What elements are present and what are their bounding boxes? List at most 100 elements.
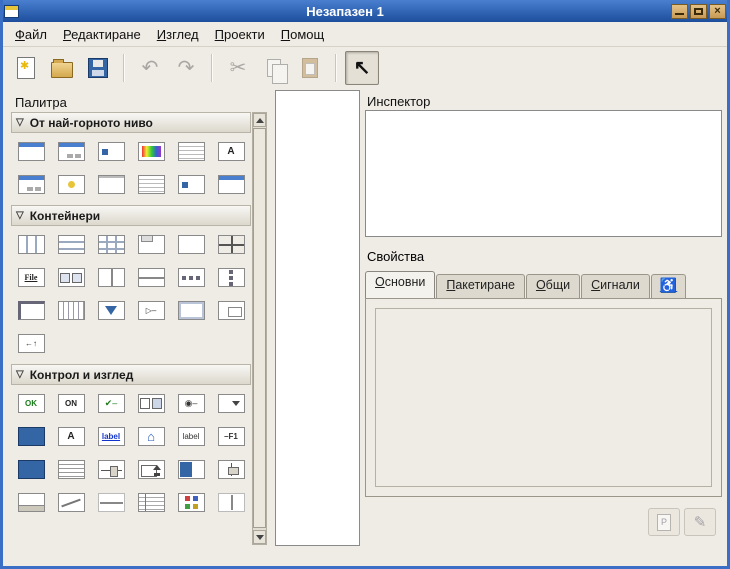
palette-section-containers[interactable]: ▽ Контейнери	[11, 205, 251, 226]
title-bar[interactable]: Незапазен 1 ×	[0, 0, 730, 22]
scroll-up-button[interactable]	[253, 113, 266, 127]
selector-button[interactable]: ↖	[345, 51, 379, 85]
tab-common[interactable]: Общи	[526, 274, 580, 298]
palette-item-image[interactable]: ⌂	[131, 420, 171, 453]
open-button[interactable]	[45, 51, 79, 85]
new-button[interactable]	[9, 51, 43, 85]
palette-item-menubar[interactable]: File	[11, 261, 51, 294]
palette-item-layout[interactable]	[51, 294, 91, 327]
redo-button[interactable]: ↷	[169, 51, 203, 85]
progress-bar-icon	[178, 460, 205, 479]
palette-item-frame[interactable]	[171, 228, 211, 261]
save-button[interactable]	[81, 51, 115, 85]
tab-signals[interactable]: Сигнали	[581, 274, 650, 298]
palette-item-button[interactable]: OK	[11, 387, 51, 420]
status-bar	[3, 548, 727, 566]
palette-item-alignment[interactable]: ←↑	[11, 327, 51, 360]
menu-view[interactable]: Изглед	[149, 24, 207, 45]
palette-item-vseparator[interactable]	[211, 486, 251, 519]
menu-help[interactable]: Помощ	[273, 24, 332, 45]
palette-item-hscale[interactable]	[91, 453, 131, 486]
palette-item-recent-dialog[interactable]	[131, 168, 171, 201]
palette-item-message-dialog[interactable]	[91, 135, 131, 168]
copy-button[interactable]	[257, 51, 291, 85]
palette-item-expander[interactable]: ▷–	[131, 294, 171, 327]
palette-scrollbar[interactable]	[252, 112, 267, 545]
palette-item-entry[interactable]	[11, 420, 51, 453]
palette-section-controls[interactable]: ▽ Контрол и изглед	[11, 364, 251, 385]
scrollbar-thumb[interactable]	[253, 128, 266, 528]
palette-item-icon-view[interactable]	[171, 486, 211, 519]
accelerator-icon: –F1	[218, 427, 245, 446]
tab-packing[interactable]: Пакетиране	[436, 274, 525, 298]
undo-button[interactable]: ↶	[133, 51, 167, 85]
font-dialog-icon: A	[218, 142, 245, 161]
inspector-view[interactable]	[365, 110, 722, 237]
palette-item-input-dialog[interactable]	[11, 168, 51, 201]
palette-item-color-dialog[interactable]	[131, 135, 171, 168]
palette-item-hpaned[interactable]	[91, 261, 131, 294]
palette-item-hbuttonbox[interactable]	[171, 261, 211, 294]
expander-widget-icon: ▷–	[138, 301, 165, 320]
palette-item-accelerator[interactable]: –F1	[211, 420, 251, 453]
palette-item-radio-button[interactable]: ◉–	[171, 387, 211, 420]
palette-item-option-menu[interactable]	[211, 387, 251, 420]
palette-item-check-button[interactable]: ✔–	[91, 387, 131, 420]
palette-item-window[interactable]	[11, 135, 51, 168]
menu-file[interactable]: Файл	[7, 24, 55, 45]
scroll-down-button[interactable]	[253, 530, 266, 544]
palette-item-toolbar[interactable]	[51, 261, 91, 294]
palette-item-toggle-button[interactable]: ON	[51, 387, 91, 420]
design-canvas[interactable]	[275, 90, 360, 546]
palette-item-scrolled-window[interactable]	[211, 228, 251, 261]
palette-item-drawing-area[interactable]	[51, 486, 91, 519]
palette-item-aspect-frame[interactable]	[211, 294, 251, 327]
palette-item-link-button[interactable]: label	[91, 420, 131, 453]
palette-item-file-dialog[interactable]	[171, 135, 211, 168]
copy-icon	[267, 59, 281, 77]
tab-accessibility[interactable]: ♿	[651, 274, 686, 298]
toolbar-widget-icon	[58, 268, 85, 287]
close-button[interactable]: ×	[709, 4, 726, 19]
palette-item-vbox[interactable]	[51, 228, 91, 261]
palette-item-hseparator[interactable]	[91, 486, 131, 519]
palette-item-accel-label[interactable]: A	[51, 420, 91, 453]
palette-item-tree-view[interactable]	[131, 486, 171, 519]
palette-item-notebook[interactable]	[131, 228, 171, 261]
tab-general[interactable]: Основни	[365, 271, 435, 298]
text-view-icon	[58, 460, 85, 479]
menu-projects[interactable]: Проекти	[207, 24, 273, 45]
maximize-button[interactable]	[690, 4, 707, 19]
cut-button[interactable]: ✂	[221, 51, 255, 85]
palette-item-vbuttonbox[interactable]	[211, 261, 251, 294]
palette-item-chooser-dialog[interactable]	[171, 168, 211, 201]
toolbar-separator	[123, 54, 125, 82]
palette-item-about-dialog[interactable]	[51, 168, 91, 201]
palette-item-progress-bar[interactable]	[171, 453, 211, 486]
palette-item-handle-box[interactable]	[11, 294, 51, 327]
palette-item-statusbar[interactable]	[11, 486, 51, 519]
palette-item-combo-box[interactable]	[131, 387, 171, 420]
palette-item-event-box[interactable]	[91, 294, 131, 327]
palette-item-text-view[interactable]	[51, 453, 91, 486]
doc-info-button[interactable]: P	[648, 508, 680, 536]
properties-buttons: P ✎	[648, 508, 716, 536]
palette-section-toplevel[interactable]: ▽ От най-горното ниво	[11, 112, 251, 133]
palette-item-utility-window[interactable]	[211, 168, 251, 201]
palette-item-assistant[interactable]	[91, 168, 131, 201]
palette-item-font-dialog[interactable]: A	[211, 135, 251, 168]
image-icon: ⌂	[138, 427, 165, 446]
paste-button[interactable]	[293, 51, 327, 85]
palette-item-spin-button[interactable]	[131, 453, 171, 486]
edit-button[interactable]: ✎	[684, 508, 716, 536]
palette-item-viewport[interactable]	[171, 294, 211, 327]
palette-item-combo-entry[interactable]	[11, 453, 51, 486]
palette-item-hbox[interactable]	[11, 228, 51, 261]
palette-item-dialog[interactable]	[51, 135, 91, 168]
palette-item-label[interactable]: label	[171, 420, 211, 453]
menu-edit[interactable]: Редактиране	[55, 24, 149, 45]
palette-item-table[interactable]	[91, 228, 131, 261]
minimize-button[interactable]	[671, 4, 688, 19]
palette-item-vscale[interactable]	[211, 453, 251, 486]
palette-item-vpaned[interactable]	[131, 261, 171, 294]
